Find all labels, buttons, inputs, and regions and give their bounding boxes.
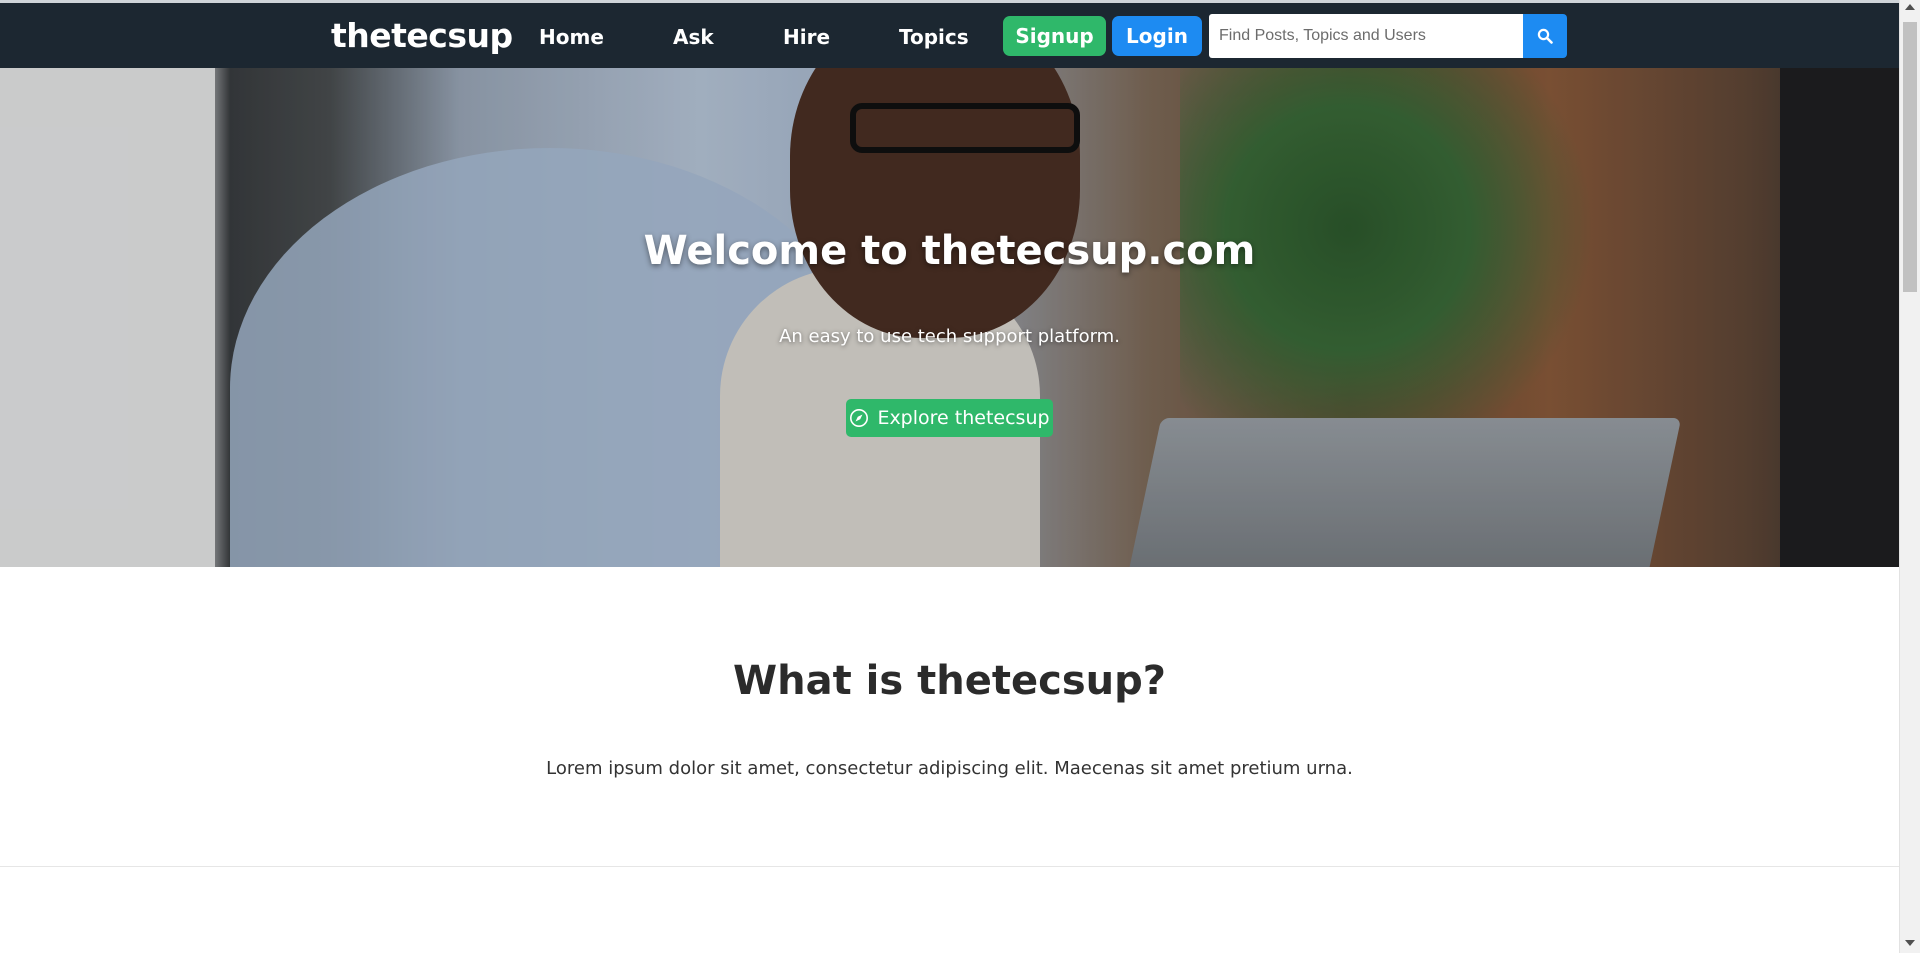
login-button[interactable]: Login xyxy=(1112,16,1202,56)
nav-home-link[interactable]: Home xyxy=(539,25,604,49)
hero-overlay xyxy=(0,68,1899,567)
search-button[interactable] xyxy=(1523,14,1567,58)
hero-subtitle: An easy to use tech support platform. xyxy=(779,326,1120,347)
brand-logo[interactable]: thetecsup xyxy=(331,16,513,55)
about-text: Lorem ipsum dolor sit amet, consectetur … xyxy=(546,758,1353,779)
search-icon xyxy=(1537,28,1553,44)
scroll-down-arrow-icon[interactable] xyxy=(1905,940,1915,946)
about-title: What is thetecsup? xyxy=(733,658,1166,704)
vertical-scrollbar[interactable] xyxy=(1899,0,1920,953)
hero-title: Welcome to thetecsup.com xyxy=(643,228,1256,274)
top-navbar: thetecsup Home Ask Hire Topics Signup Lo… xyxy=(0,3,1899,68)
nav-topics-link[interactable]: Topics xyxy=(899,25,969,49)
hero-banner: Welcome to thetecsup.com An easy to use … xyxy=(0,68,1899,567)
signup-button[interactable]: Signup xyxy=(1003,16,1106,56)
scrollbar-thumb[interactable] xyxy=(1903,22,1917,292)
compass-icon xyxy=(850,409,869,427)
explore-button-label: Explore thetecsup xyxy=(877,407,1050,429)
nav-hire-link[interactable]: Hire xyxy=(783,25,830,49)
section-divider xyxy=(0,866,1899,867)
scroll-up-arrow-icon[interactable] xyxy=(1905,4,1915,10)
explore-button[interactable]: Explore thetecsup xyxy=(846,399,1053,437)
nav-ask-link[interactable]: Ask xyxy=(673,25,714,49)
search-input[interactable] xyxy=(1209,14,1523,58)
